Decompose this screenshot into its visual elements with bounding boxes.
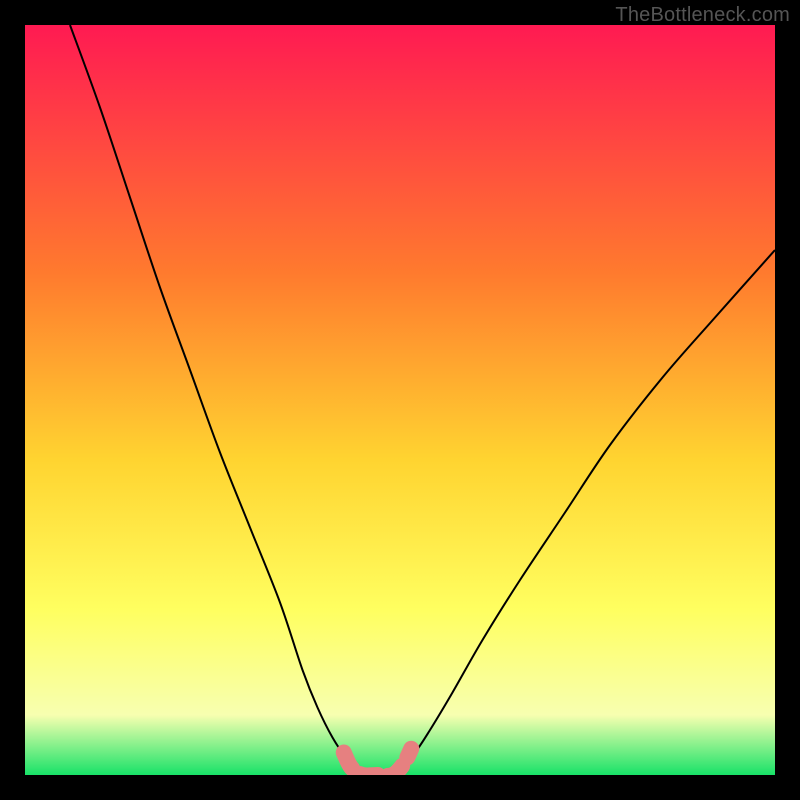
chart-svg [25,25,775,775]
plot-area [25,25,775,775]
watermark-text: TheBottleneck.com [615,4,790,27]
gradient-bg [25,25,775,775]
chart-frame: TheBottleneck.com [0,0,800,800]
